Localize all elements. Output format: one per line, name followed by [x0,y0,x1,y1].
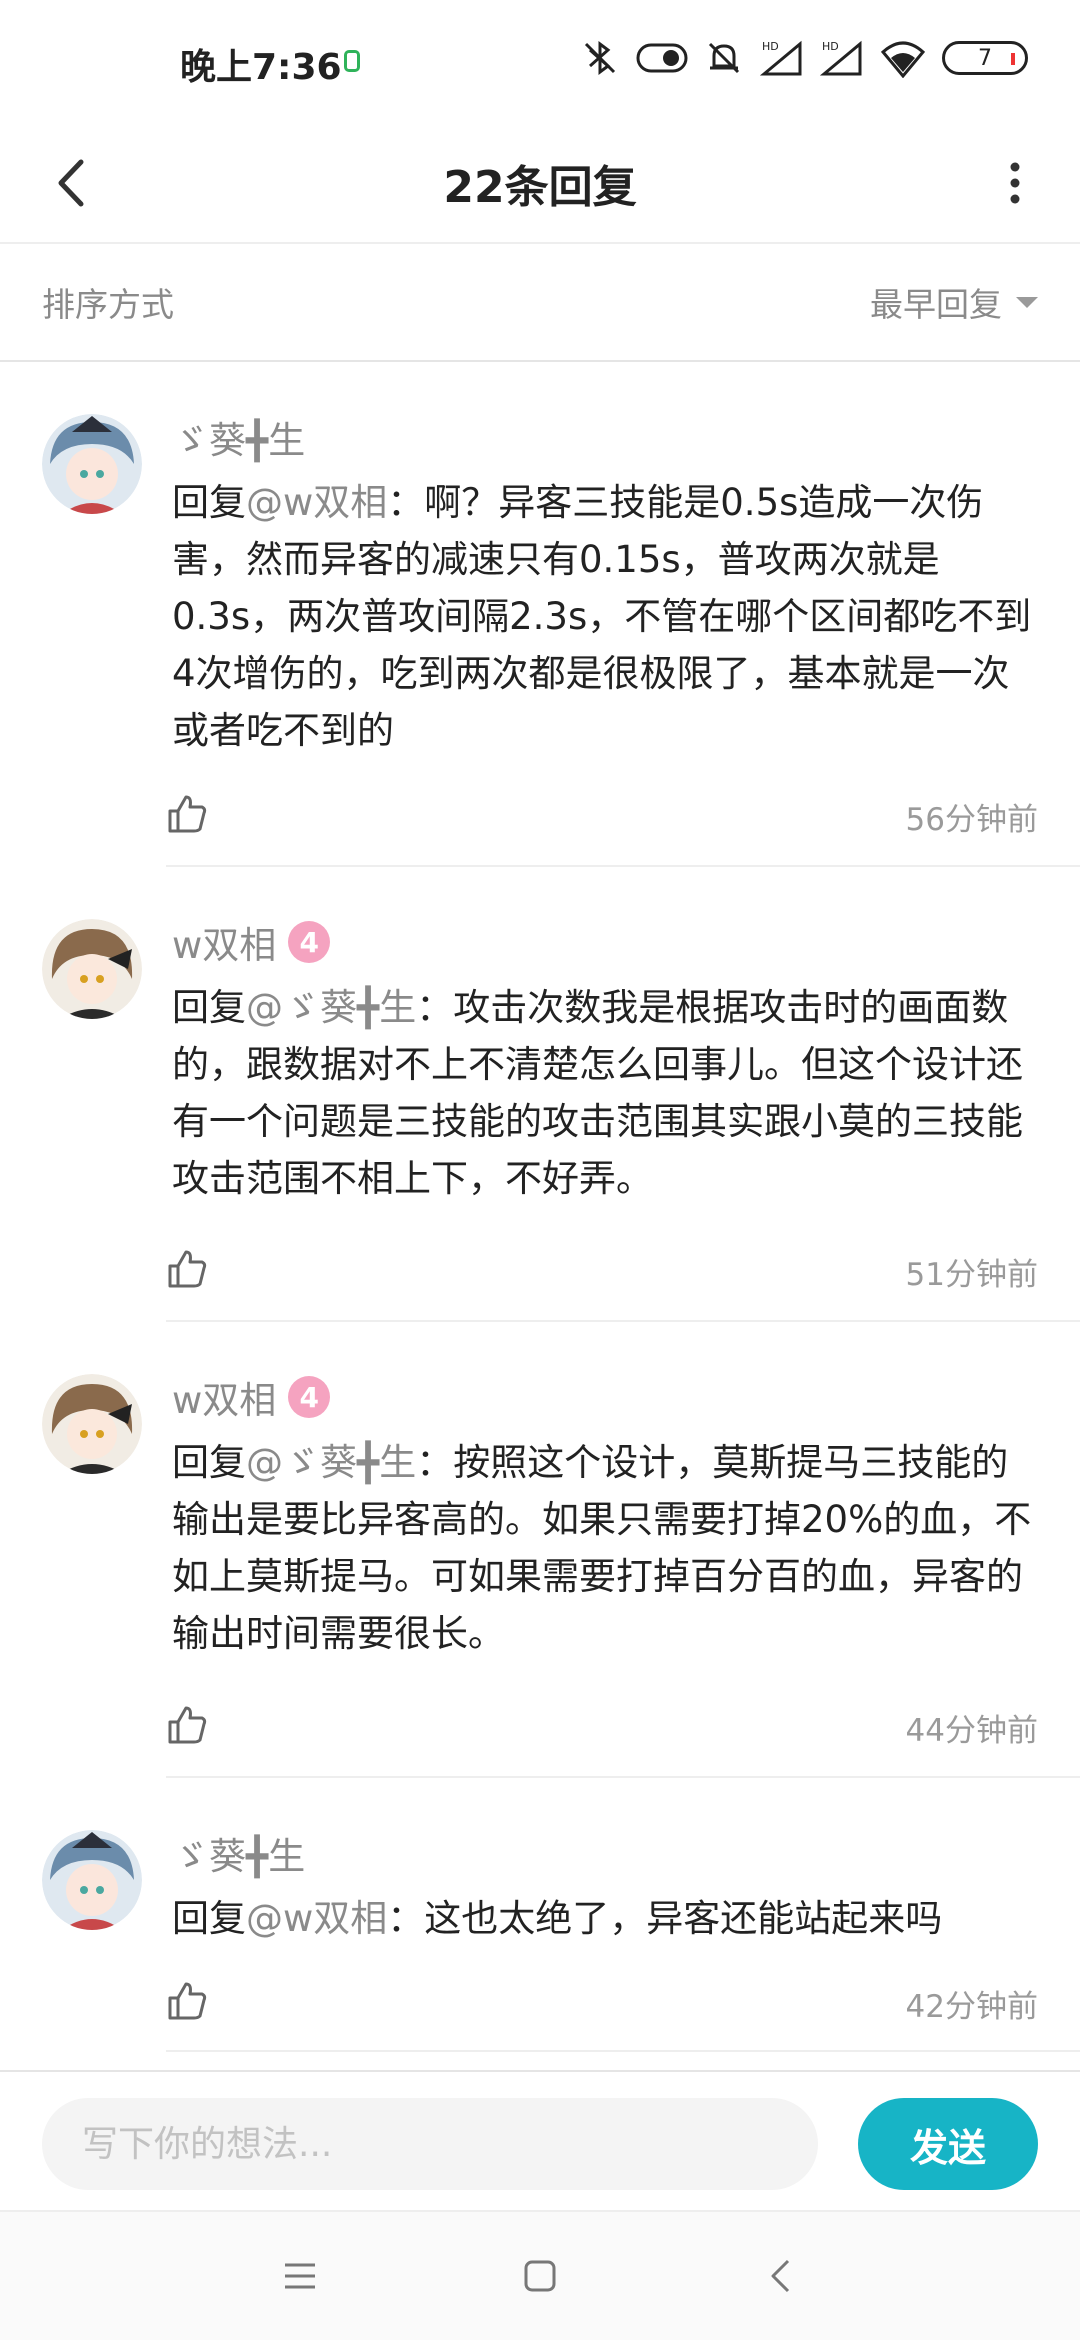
bluetooth-off-icon [584,41,616,75]
sort-label: 排序方式 [42,285,174,324]
comment-time: 44分钟前 [905,1712,1038,1749]
svg-text:HD: HD [822,40,839,53]
reply-prefix: 回复 [172,1441,246,1484]
comment-footer: 51分钟前 [166,1246,1038,1296]
signal-hd-icon-2: HD [820,40,862,76]
avatar[interactable] [42,1830,142,1930]
comment-author[interactable]: ゞ葵╋生 [172,412,1038,462]
battery-level: 7 [978,45,992,71]
level-badge: 4 [288,1376,331,1418]
like-button[interactable] [166,1980,208,2026]
thumbs-up-icon [168,1706,207,1744]
comment-footer: 44分钟前 [166,1702,1038,1752]
like-button[interactable] [166,1248,208,1294]
signal-hd-icon-1: HD [760,40,802,76]
mention-link[interactable]: @w双相 [246,481,387,524]
notification-icon [344,50,360,72]
toggle-icon [636,43,688,73]
comment-input[interactable] [42,2098,818,2190]
comment-time: 42分钟前 [905,1988,1038,2025]
author-name: w双相 [172,1379,277,1422]
divider [166,2050,1080,2052]
nav-back-button[interactable] [750,2246,810,2306]
list-item: ゞ葵╋生 回复@w双相：啊？异客三技能是0.5s造成一次伤害，然而异客的减速只有… [0,362,1080,867]
reply-composer: 发送 [0,2070,1080,2210]
comment-content: ：这也太绝了，异客还能站起来吗 [387,1897,943,1940]
comment-body: ゞ葵╋生 回复@w双相：这也太绝了，异客还能站起来吗 [172,1828,1038,1947]
top-bar: 22条回复 [0,122,1080,244]
mention-link[interactable]: @ゞ葵╋生 [246,1441,416,1484]
avatar[interactable] [42,414,142,514]
comment-body: w双相 4 回复@ゞ葵╋生：攻击次数我是根据攻击时的画面数的，跟数据对不上不清楚怎… [172,917,1038,1207]
comment-footer: 42分钟前 [166,1978,1038,2028]
thumbs-up-icon [168,1982,207,2020]
comment-text: 回复@w双相：啊？异客三技能是0.5s造成一次伤害，然而异客的减速只有0.15s… [172,474,1038,759]
comment-text: 回复@w双相：这也太绝了，异客还能站起来吗 [172,1890,1038,1947]
comment-body: w双相 4 回复@ゞ葵╋生：按照这个设计，莫斯提马三技能的输出是要比异客高的。如果… [172,1372,1038,1662]
list-item: ゞ葵╋生 回复@w双相：这也太绝了，异客还能站起来吗 42分钟前 [0,1778,1080,2058]
author-name: ゞ葵╋生 [172,419,306,462]
back-button[interactable] [36,148,106,218]
page-title: 22条回复 [443,162,637,213]
comment-author[interactable]: w双相 4 [172,1372,1038,1422]
reply-prefix: 回复 [172,1897,246,1940]
home-square-icon [524,2260,556,2292]
status-time: 晚上7:36 [180,47,342,88]
battery-icon: 7 [942,41,1028,75]
reply-list: ゞ葵╋生 回复@w双相：啊？异客三技能是0.5s造成一次伤害，然而异客的减速只有… [0,362,1080,2058]
comment-text: 回复@ゞ葵╋生：攻击次数我是根据攻击时的画面数的，跟数据对不上不清楚怎么回事儿。… [172,979,1038,1207]
comment-time: 51分钟前 [905,1256,1038,1293]
sort-bar: 排序方式 最早回复 [0,244,1080,362]
comment-footer: 56分钟前 [166,791,1038,841]
comment-body: ゞ葵╋生 回复@w双相：啊？异客三技能是0.5s造成一次伤害，然而异客的减速只有… [172,412,1038,759]
more-button[interactable] [980,148,1050,218]
list-item: w双相 4 回复@ゞ葵╋生：攻击次数我是根据攻击时的画面数的，跟数据对不上不清楚怎… [0,867,1080,1322]
reply-prefix: 回复 [172,481,246,524]
sort-dropdown[interactable]: 最早回复 [870,278,1038,326]
more-vertical-icon [1010,162,1020,204]
chevron-left-icon [58,159,84,207]
author-name: ゞ葵╋生 [172,1835,306,1878]
menu-icon [285,2263,315,2289]
menu-button[interactable] [270,2246,330,2306]
avatar[interactable] [42,919,142,1019]
reply-prefix: 回复 [172,986,246,1029]
avatar[interactable] [42,1374,142,1474]
author-name: w双相 [172,924,277,967]
thumbs-up-icon [168,1250,207,1288]
caret-down-icon [1016,296,1038,308]
comment-time: 56分钟前 [905,801,1038,838]
wifi-icon [880,41,926,78]
comment-text: 回复@ゞ葵╋生：按照这个设计，莫斯提马三技能的输出是要比异客高的。如果只需要打掉… [172,1434,1038,1662]
comment-author[interactable]: ゞ葵╋生 [172,1828,1038,1878]
svg-text:HD: HD [762,40,779,53]
mention-link[interactable]: @ゞ葵╋生 [246,986,416,1029]
level-badge: 4 [288,921,331,963]
comment-author[interactable]: w双相 4 [172,917,1038,967]
list-item: w双相 4 回复@ゞ葵╋生：按照这个设计，莫斯提马三技能的输出是要比异客高的。如果… [0,1322,1080,1778]
status-icons: HD HD 7 [580,38,1028,78]
like-button[interactable] [166,1704,208,1750]
send-button[interactable]: 发送 [858,2098,1038,2190]
back-arrow-icon [771,2259,790,2293]
thumbs-up-icon [168,795,207,833]
home-button[interactable] [510,2246,570,2306]
sort-selected: 最早回复 [870,285,1002,324]
system-nav-bar [0,2210,1080,2340]
like-button[interactable] [166,793,208,839]
mention-link[interactable]: @w双相 [246,1897,387,1940]
status-bar: 晚上7:36 HD HD 7 [0,0,1080,122]
mute-bell-icon [708,42,740,74]
